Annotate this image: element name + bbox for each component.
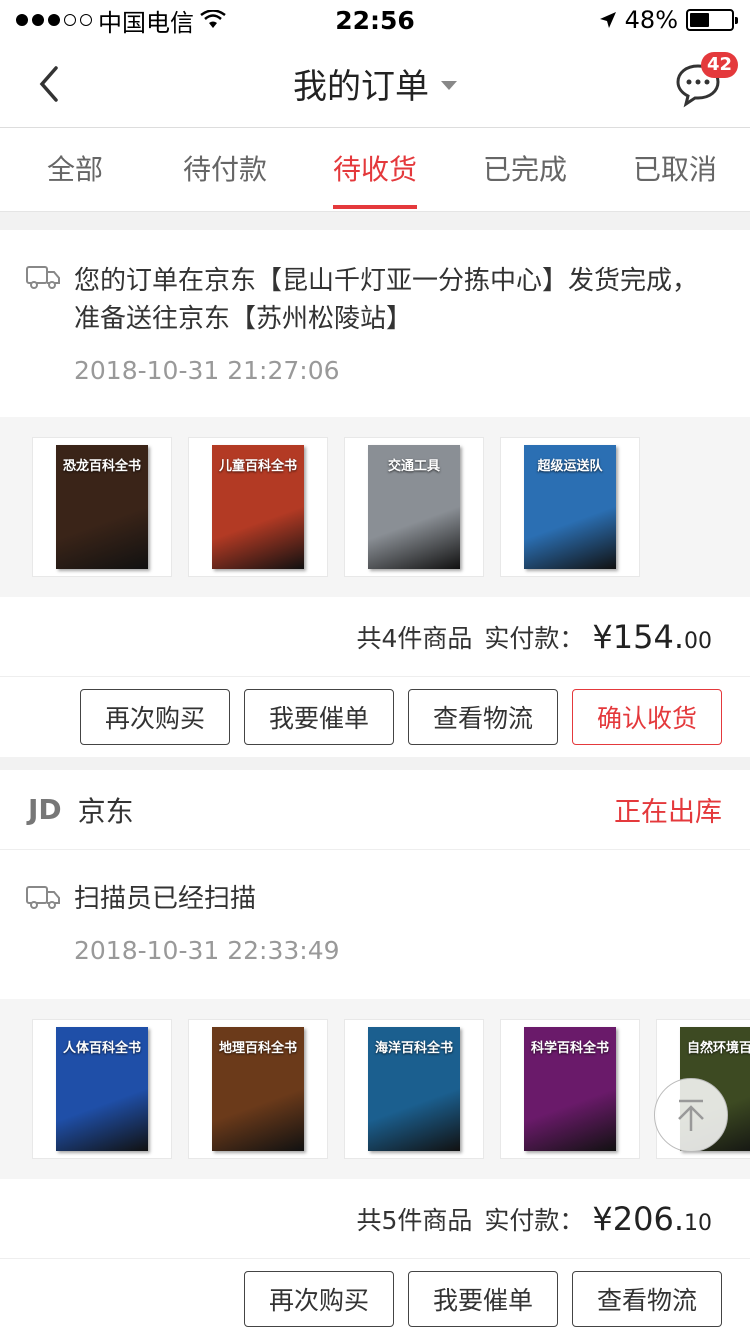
book-cover-image: 超级运送队 (524, 445, 616, 569)
paid-label: 实付款： (484, 623, 585, 653)
tab-pending-payment[interactable]: 待付款 (150, 128, 300, 211)
order-summary: 共4件商品 实付款： ¥154.00 (0, 597, 750, 677)
location-arrow-icon (599, 12, 616, 28)
product-item[interactable]: 海洋百科全书 (344, 1019, 484, 1159)
order-card[interactable]: JD 京东 正在出库 扫描员已经扫描 2018-10-31 22:33:49 人… (0, 770, 750, 1334)
status-bar: 中国电信 22:56 48% (0, 0, 750, 40)
order-tabs: 全部 待付款 待收货 已完成 已取消 (0, 128, 750, 212)
navigation-bar: 我的订单 42 (0, 40, 750, 128)
truck-icon (26, 886, 60, 909)
book-cover-image: 儿童百科全书 (212, 445, 304, 569)
clock: 22:56 (335, 5, 415, 35)
tab-cancelled[interactable]: 已取消 (600, 128, 750, 211)
order-total: ¥206.10 (592, 1199, 712, 1238)
order-actions: 再次购买 我要催单 查看物流 确认收货 (0, 677, 750, 757)
tab-completed[interactable]: 已完成 (450, 128, 600, 211)
book-cover-image: 人体百科全书 (56, 1027, 148, 1151)
product-list[interactable]: 人体百科全书 地理百科全书 海洋百科全书 科学百科全书 自然环境百科 (0, 999, 750, 1179)
confirm-receipt-button[interactable]: 确认收货 (572, 689, 722, 745)
battery-percent: 48% (624, 6, 678, 34)
tracking-text: 扫描员已经扫描 (74, 884, 257, 914)
urge-order-button[interactable]: 我要催单 (408, 1271, 558, 1327)
tracking-time: 2018-10-31 21:27:06 (74, 356, 340, 385)
truck-icon (26, 266, 60, 289)
book-cover-image: 科学百科全书 (524, 1027, 616, 1151)
product-list[interactable]: 恐龙百科全书 儿童百科全书 交通工具 超级运送队 (0, 417, 750, 597)
paid-label: 实付款： (484, 1205, 585, 1235)
tab-pending-receipt[interactable]: 待收货 (300, 128, 450, 211)
tab-all[interactable]: 全部 (0, 128, 150, 211)
buy-again-button[interactable]: 再次购买 (80, 689, 230, 745)
product-item[interactable]: 恐龙百科全书 (32, 437, 172, 577)
order-summary: 共5件商品 实付款： ¥206.10 (0, 1179, 750, 1259)
tracking-info[interactable]: 扫描员已经扫描 2018-10-31 22:33:49 (0, 850, 750, 965)
signal-icon (16, 14, 92, 26)
jd-logo: JD (28, 793, 62, 826)
order-total: ¥154.00 (592, 617, 712, 656)
messages-button[interactable]: 42 (674, 52, 738, 108)
item-count: 共5件商品 (356, 1205, 473, 1235)
order-card[interactable]: 您的订单在京东【昆山千灯亚一分拣中心】发货完成，准备送往京东【苏州松陵站】 20… (0, 230, 750, 757)
caret-down-icon (441, 81, 457, 90)
message-count-badge: 42 (700, 52, 738, 78)
tracking-info[interactable]: 您的订单在京东【昆山千灯亚一分拣中心】发货完成，准备送往京东【苏州松陵站】 20… (0, 230, 750, 385)
chevron-left-icon (39, 66, 58, 102)
page-title-label: 我的订单 (293, 67, 429, 107)
carrier-label: 中国电信 (98, 8, 194, 37)
wifi-icon (200, 10, 226, 28)
order-actions: 再次购买 我要催单 查看物流 (0, 1259, 750, 1334)
shop-name: 京东 (77, 794, 134, 828)
book-cover-image: 恐龙百科全书 (56, 445, 148, 569)
back-to-top-button[interactable] (654, 1078, 728, 1152)
book-cover-image: 海洋百科全书 (368, 1027, 460, 1151)
view-logistics-button[interactable]: 查看物流 (408, 689, 558, 745)
tracking-text: 您的订单在京东【昆山千灯亚一分拣中心】发货完成，准备送往京东【苏州松陵站】 (74, 266, 699, 334)
buy-again-button[interactable]: 再次购买 (244, 1271, 394, 1327)
product-item[interactable]: 地理百科全书 (188, 1019, 328, 1159)
order-status: 正在出库 (614, 797, 722, 828)
product-item[interactable]: 科学百科全书 (500, 1019, 640, 1159)
view-logistics-button[interactable]: 查看物流 (572, 1271, 722, 1327)
product-item[interactable]: 人体百科全书 (32, 1019, 172, 1159)
item-count: 共4件商品 (356, 623, 473, 653)
book-cover-image: 交通工具 (368, 445, 460, 569)
page-title[interactable]: 我的订单 (293, 59, 457, 108)
shop-header[interactable]: JD 京东 正在出库 (0, 770, 750, 850)
tracking-time: 2018-10-31 22:33:49 (74, 936, 340, 965)
back-button[interactable] (30, 62, 70, 106)
urge-order-button[interactable]: 我要催单 (244, 689, 394, 745)
product-item[interactable]: 儿童百科全书 (188, 437, 328, 577)
product-item[interactable]: 超级运送队 (500, 437, 640, 577)
battery-icon (686, 9, 738, 31)
arrow-up-icon (678, 1099, 704, 1131)
book-cover-image: 地理百科全书 (212, 1027, 304, 1151)
product-item[interactable]: 交通工具 (344, 437, 484, 577)
